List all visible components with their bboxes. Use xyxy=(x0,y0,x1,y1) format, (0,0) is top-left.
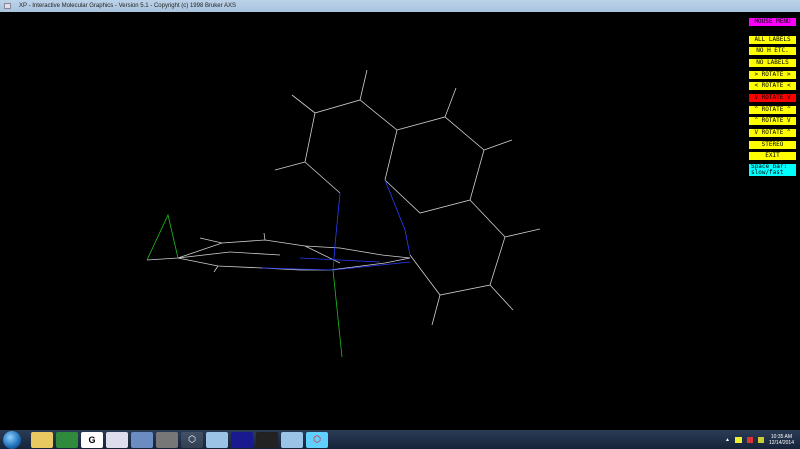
taskbar-explorer-icon[interactable] xyxy=(31,431,53,448)
rotate-down-up-button[interactable]: V ROTATE ^ xyxy=(749,129,796,137)
clock-date: 12/14/2014 xyxy=(768,439,794,446)
no-h-button[interactable]: NO H ETC. xyxy=(749,47,796,55)
rotate-up-down-button[interactable]: ^ ROTATE V xyxy=(749,117,796,125)
taskbar-app6-icon[interactable] xyxy=(156,431,178,448)
window-title: XP - Interactive Molecular Graphics - Ve… xyxy=(19,3,236,9)
rotate-right-button[interactable]: > ROTATE > xyxy=(749,71,796,79)
taskbar-app7-icon[interactable]: ⬡ xyxy=(181,431,203,448)
taskbar-excel-icon[interactable] xyxy=(56,431,78,448)
system-tray: ▲ 10:35 AM 12/14/2014 xyxy=(725,430,794,449)
taskbar-xp-icon[interactable]: ⬡ xyxy=(306,431,328,448)
all-labels-button[interactable]: ALL LABELS xyxy=(749,36,796,44)
tray-expand-icon[interactable]: ▲ xyxy=(725,437,730,443)
stereo-button[interactable]: STEREO xyxy=(749,141,796,149)
clock[interactable]: 10:35 AM 12/14/2014 xyxy=(769,434,794,446)
taskbar-app8-icon[interactable] xyxy=(206,431,228,448)
molecule-drawing[interactable] xyxy=(0,12,800,430)
taskbar-app10-icon[interactable] xyxy=(256,431,278,448)
taskbar-app5-icon[interactable] xyxy=(131,431,153,448)
exit-button[interactable]: EXIT xyxy=(749,152,796,160)
taskbar-app11-icon[interactable] xyxy=(281,431,303,448)
taskbar-g-icon[interactable]: G xyxy=(81,431,103,448)
rotate-down-button[interactable]: V ROTATE V xyxy=(749,94,796,102)
rotate-left-button[interactable]: < ROTATE < xyxy=(749,82,796,90)
no-labels-button[interactable]: NO LABELS xyxy=(749,59,796,67)
molecule-viewport[interactable]: MOUSE MENU ALL LABELS NO H ETC. NO LABEL… xyxy=(0,12,800,430)
mouse-menu-button[interactable]: MOUSE MENU xyxy=(749,18,796,26)
rotate-up-button[interactable]: ^ ROTATE ^ xyxy=(749,106,796,114)
taskbar-app4-icon[interactable] xyxy=(106,431,128,448)
bonds-blue xyxy=(261,179,411,271)
app-icon xyxy=(4,3,11,9)
taskbar: G ⬡ ⬡ ▲ 10:35 AM 12/14/2014 xyxy=(0,430,800,449)
speed-hint: Space bar: slow/fast xyxy=(749,164,796,176)
tray-network-icon[interactable] xyxy=(757,436,764,443)
bonds-white xyxy=(146,69,541,326)
tray-flag-icon[interactable] xyxy=(746,436,753,443)
start-button[interactable] xyxy=(3,430,21,449)
title-bar: XP - Interactive Molecular Graphics - Ve… xyxy=(0,0,800,12)
clock-time: 10:35 AM xyxy=(770,433,793,440)
hint-line-2: slow/fast xyxy=(751,169,784,176)
taskbar-app9-icon[interactable] xyxy=(231,431,253,448)
tray-icon-1[interactable] xyxy=(734,436,742,443)
bonds-green xyxy=(146,213,343,358)
